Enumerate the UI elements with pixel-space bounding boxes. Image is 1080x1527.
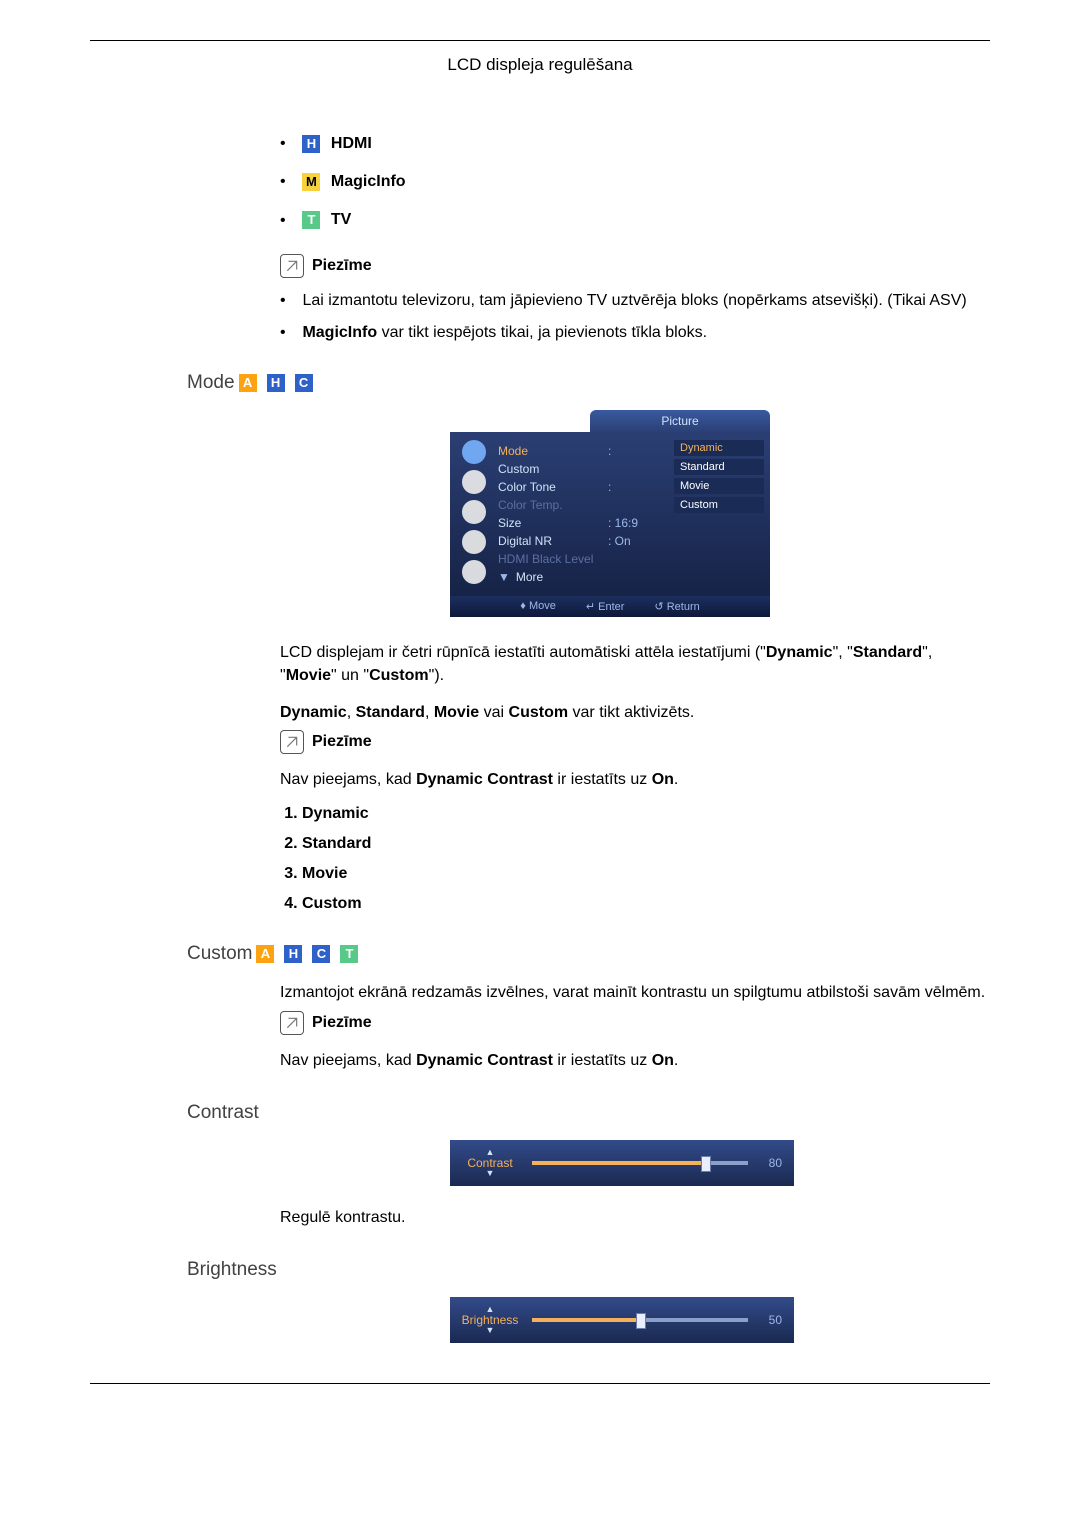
note-text-2-bold: MagicInfo (302, 324, 377, 341)
custom-heading: Custom A H C T (90, 943, 990, 965)
osd-row-size[interactable]: Size (498, 516, 608, 530)
slider-thumb[interactable] (636, 1313, 646, 1329)
osd-dnr-value: : On (608, 534, 631, 548)
input-magicinfo: MagicInfo (331, 173, 406, 190)
mode-para-1: LCD displejam ir četri rūpnīcā iestatīti… (280, 641, 990, 687)
mode-heading-text: Mode (187, 372, 235, 394)
contrast-value: 80 (762, 1156, 782, 1170)
mode-list-movie: Movie (302, 865, 990, 883)
mode-para-2: Dynamic, Standard, Movie vai Custom var … (280, 701, 990, 724)
osd-option-dynamic[interactable]: Dynamic (674, 440, 764, 456)
tv-icon: T (302, 211, 320, 229)
osd-row-dnr[interactable]: Digital NR (498, 534, 608, 548)
mode-list-dynamic: Dynamic (302, 805, 990, 823)
mode-list: Dynamic Standard Movie Custom (280, 805, 990, 913)
osd-picture-icon (462, 440, 486, 464)
osd-size-value: : 16:9 (608, 516, 638, 530)
badge-c-icon: C (295, 374, 313, 392)
osd-row-colortone[interactable]: Color Tone (498, 480, 608, 494)
note-icon (280, 730, 304, 754)
brightness-value: 50 (762, 1313, 782, 1327)
mode-heading: Mode A H C (90, 372, 990, 394)
mode-list-custom: Custom (302, 895, 990, 913)
custom-para: Izmantojot ekrānā redzamās izvēlnes, var… (280, 981, 990, 1004)
osd-row-more[interactable]: More (516, 570, 626, 584)
badge-t-icon: T (340, 945, 358, 963)
input-tv: TV (331, 212, 351, 229)
hdmi-icon: H (302, 135, 320, 153)
osd-foot-move: ♦ Move (520, 600, 556, 613)
osd-mdc-icon (462, 560, 486, 584)
brightness-slider[interactable]: ▲ Brightness ▼ 50 (450, 1297, 794, 1343)
note-icon (280, 254, 304, 278)
osd-tab: Picture (590, 410, 770, 432)
badge-h-icon: H (284, 945, 302, 963)
osd-row-hdmi-black: HDMI Black Level (498, 552, 608, 566)
badge-h-icon: H (267, 374, 285, 392)
chevron-down-icon: ▼ (486, 1169, 495, 1178)
osd-foot-enter: ↵ Enter (586, 600, 625, 613)
osd-option-standard[interactable]: Standard (674, 459, 764, 475)
osd-setup-icon (462, 500, 486, 524)
contrast-para: Regulē kontrastu. (280, 1206, 990, 1229)
brightness-heading-text: Brightness (187, 1259, 277, 1281)
custom-note: Nav pieejams, kad Dynamic Contrast ir ie… (280, 1049, 990, 1072)
note-label: Piezīme (312, 1014, 372, 1032)
osd-foot-return: ↺ Return (654, 600, 699, 613)
badge-a-icon: A (239, 374, 257, 392)
osd-picture-menu: Picture Mode: Custom Color Tone: Color T… (450, 410, 770, 617)
note-label: Piezīme (312, 733, 372, 751)
note-icon (280, 1011, 304, 1035)
osd-row-custom[interactable]: Custom (498, 462, 608, 476)
badge-c-icon: C (312, 945, 330, 963)
input-list: • H HDMI • M MagicInfo • T TV (280, 135, 990, 230)
custom-heading-text: Custom (187, 943, 252, 965)
chevron-down-icon: ▼ (486, 1326, 495, 1335)
magicinfo-icon: M (302, 173, 320, 191)
osd-option-movie[interactable]: Movie (674, 478, 764, 494)
mode-list-standard: Standard (302, 835, 990, 853)
mode-note: Nav pieejams, kad Dynamic Contrast ir ie… (280, 768, 990, 791)
note-text-2: var tikt iespējots tikai, ja pievienots … (377, 324, 707, 341)
contrast-heading: Contrast (90, 1102, 990, 1124)
chevron-down-icon: ▼ (498, 570, 510, 584)
slider-thumb[interactable] (701, 1156, 711, 1172)
badge-a-icon: A (256, 945, 274, 963)
osd-row-colortemp: Color Temp. (498, 498, 608, 512)
contrast-slider[interactable]: ▲ Contrast ▼ 80 (450, 1140, 794, 1186)
osd-option-custom[interactable]: Custom (674, 497, 764, 513)
brightness-heading: Brightness (90, 1259, 990, 1281)
contrast-heading-text: Contrast (187, 1102, 259, 1124)
note-label: Piezīme (312, 257, 372, 275)
osd-row-mode[interactable]: Mode (498, 444, 608, 458)
input-hdmi: HDMI (331, 135, 372, 152)
osd-sound-icon (462, 470, 486, 494)
page-title: LCD displeja regulēšana (90, 55, 990, 75)
osd-input-icon (462, 530, 486, 554)
note-text-1: Lai izmantotu televizoru, tam jāpievieno… (302, 292, 966, 309)
